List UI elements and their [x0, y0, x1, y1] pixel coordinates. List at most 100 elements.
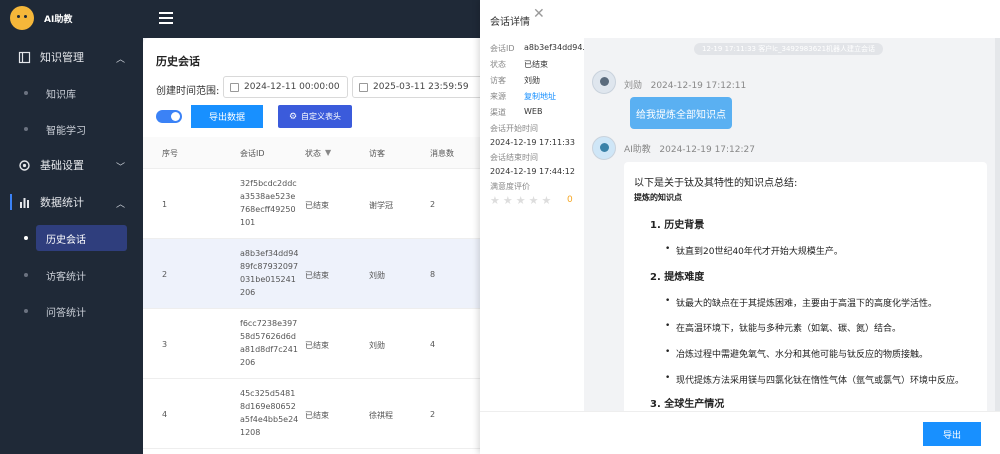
user-message-header: 刘勋 2024-12-19 17:12:11: [624, 78, 746, 91]
ai-avatar: [592, 136, 616, 160]
cell-status: 已结束: [305, 411, 329, 420]
dot-icon: [24, 273, 28, 277]
meta-status-value: 已结束: [524, 60, 548, 69]
sidebar-item-smart-learning[interactable]: 智能学习: [0, 116, 143, 142]
system-message: 12-19 17:11:33 客户lc_3492983621机器人建立会话: [694, 43, 884, 55]
menu-settings-label: 基础设置: [40, 159, 84, 172]
table-row[interactable]: 3 f6cc7238e39758d57626d6da81d8df7c241206…: [143, 309, 483, 379]
dot-icon: [24, 236, 28, 240]
gear-icon: ⚙: [288, 111, 298, 122]
copy-address-link[interactable]: 复制地址: [524, 91, 556, 102]
ai-bullet-2: 钛最大的缺点在于其提炼困难，主要由于高温下的高度化学活性。: [665, 296, 937, 309]
sidebar-item-knowledge-base[interactable]: 知识库: [0, 80, 143, 106]
cell-status: 已结束: [305, 201, 329, 210]
main-panel: 历史会话 创建时间范围: 2024-12-11 00:00:00 2025-03…: [143, 38, 483, 454]
dot-icon: [24, 309, 28, 313]
chevron-up-icon: ︿: [115, 55, 125, 65]
session-detail-drawer: 会话详情 ✕ 会话ID a8b3ef34dd94... 状态 已结束 访客 刘勋…: [480, 0, 1000, 454]
meta-source-label: 来源: [490, 92, 506, 101]
custom-header-label: 自定义表头: [301, 112, 342, 121]
menu-toggle-icon[interactable]: [159, 12, 173, 24]
cell-count: 2: [430, 410, 436, 419]
col-index: 序号: [162, 149, 178, 158]
export-button[interactable]: 导出: [923, 422, 981, 446]
chat-panel: 12-19 17:11:33 客户lc_3492983621机器人建立会话 刘勋…: [584, 38, 1000, 411]
drawer-title: 会话详情: [490, 17, 530, 28]
meta-rating-label: 满意度评价: [490, 182, 530, 191]
menu-statistics[interactable]: 数据统计 ︿: [0, 185, 143, 219]
cell-index: 3: [162, 340, 168, 349]
date-start-value: 2024-12-11 00:00:00: [244, 82, 340, 92]
cell-visitor: 刘勋: [369, 271, 385, 280]
toggle-switch[interactable]: [156, 110, 182, 123]
cell-visitor: 徐祺程: [369, 411, 393, 420]
meta-end-value: 2024-12-19 17:44:12: [490, 167, 575, 176]
col-visitor: 访客: [369, 149, 385, 158]
ai-bullet-5: 现代提炼方法采用镁与四氯化钛在惰性气体（氩气或氯气）环境中反应。: [665, 373, 964, 386]
ai-intro: 以下是关于钛及其特性的知识点总结:: [634, 178, 798, 189]
filter-icon[interactable]: ▼: [325, 148, 331, 157]
meta-channel-label: 渠道: [490, 108, 506, 117]
col-message-count: 消息数: [430, 149, 454, 158]
menu-statistics-label: 数据统计: [40, 196, 84, 209]
table-row[interactable]: 4 45c325d54818d169e80652a5f4e4bb5e241208…: [143, 379, 483, 449]
user-message: 给我提炼全部知识点: [630, 97, 732, 129]
menu-settings[interactable]: 基础设置 ﹀: [0, 148, 143, 182]
ai-name: AI助教: [624, 145, 651, 155]
ai-message: 以下是关于钛及其特性的知识点总结: 提炼的知识点 1. 历史背景 钛直到20世纪…: [624, 162, 987, 411]
ai-subheading: 提炼的知识点: [634, 193, 682, 202]
sidebar-item-label: 问答统计: [46, 307, 86, 319]
date-range-label: 创建时间范围:: [156, 86, 220, 97]
table-row[interactable]: 2 a8b3ef34dd9489fc87932097031be015241206…: [143, 239, 483, 309]
dot-icon: [24, 91, 28, 95]
ai-heading-3: 3. 全球生产情况: [650, 399, 725, 410]
date-start-input[interactable]: 2024-12-11 00:00:00: [223, 76, 348, 98]
date-end-value: 2025-03-11 23:59:59: [373, 82, 469, 92]
cell-index: 2: [162, 270, 168, 279]
page-title: 历史会话: [156, 55, 200, 68]
cell-session-id: f6cc7238e39758d57626d6da81d8df7c241206: [240, 319, 298, 367]
dot-icon: [24, 127, 28, 131]
meta-visitor-label: 访客: [490, 76, 506, 85]
sidebar-item-history[interactable]: 历史会话: [24, 225, 127, 251]
calendar-icon: [359, 83, 368, 92]
rating-stars[interactable]: ★★★★★: [490, 194, 554, 207]
ai-heading-1: 1. 历史背景: [650, 220, 705, 231]
logo-icon: [10, 6, 34, 30]
cell-count: 4: [430, 340, 436, 349]
export-data-button[interactable]: 导出数据: [191, 105, 263, 128]
cell-session-id: 45c325d54818d169e80652a5f4e4bb5e241208: [240, 389, 299, 437]
cell-visitor: 刘勋: [369, 341, 385, 350]
ai-bullet-3: 在高温环境下，钛能与多种元素（如氧、碳、氮）结合。: [665, 321, 901, 334]
chat-scrollbar[interactable]: [995, 38, 1000, 411]
meta-channel-value: WEB: [524, 107, 543, 116]
cell-status: 已结束: [305, 341, 329, 350]
menu-knowledge[interactable]: 知识管理 ︿: [0, 40, 143, 74]
col-session-id: 会话ID: [240, 149, 265, 158]
ai-heading-2: 2. 提炼难度: [650, 272, 705, 283]
user-avatar: [592, 70, 616, 94]
meta-id-label: 会话ID: [490, 44, 515, 53]
close-icon[interactable]: ✕: [533, 6, 545, 22]
meta-start-label: 会话开始时间: [490, 124, 538, 133]
ai-bullet-4: 冶炼过程中需避免氧气、水分和其他可能与钛反应的物质接触。: [665, 347, 928, 360]
sidebar-item-visitor-stats[interactable]: 访客统计: [0, 262, 143, 288]
sidebar-item-label: 访客统计: [46, 271, 86, 283]
menu-knowledge-label: 知识管理: [40, 51, 84, 64]
cell-session-id: a8b3ef34dd9489fc87932097031be015241206: [240, 249, 299, 297]
user-name: 刘勋: [624, 81, 643, 91]
bar-chart-icon: [18, 196, 31, 209]
sidebar-item-label: 智能学习: [46, 125, 86, 137]
ai-bullet-1: 钛直到20世纪40年代才开始大规模生产。: [665, 244, 843, 257]
ai-message-header: AI助教 2024-12-19 17:12:27: [624, 142, 755, 155]
custom-header-button[interactable]: ⚙ 自定义表头: [278, 105, 352, 128]
col-status: 状态: [305, 149, 321, 158]
sidebar-item-qa-stats[interactable]: 问答统计: [0, 298, 143, 324]
ai-time: 2024-12-19 17:12:27: [659, 145, 755, 155]
table-row[interactable]: 1 32f5bcdc2ddca3538ae523e768ecff49250101…: [143, 169, 483, 239]
date-end-input[interactable]: 2025-03-11 23:59:59: [352, 76, 483, 98]
meta-status-label: 状态: [490, 60, 506, 69]
drawer-footer: 导出: [480, 411, 1000, 454]
meta-start-value: 2024-12-19 17:11:33: [490, 138, 575, 147]
cell-index: 4: [162, 410, 168, 419]
